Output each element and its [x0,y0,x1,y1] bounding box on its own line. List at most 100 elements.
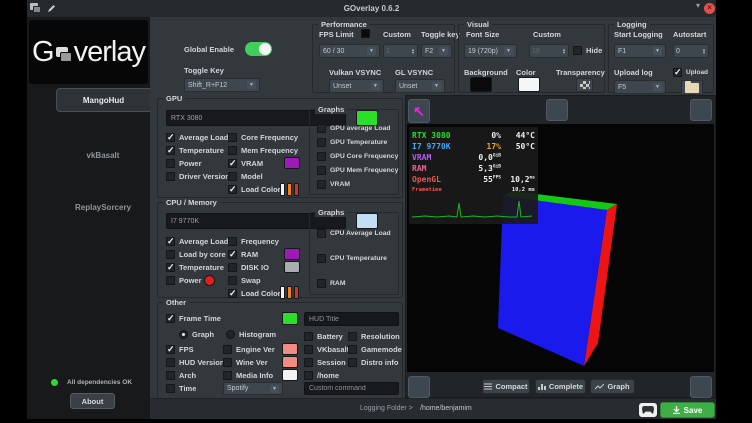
cursor-arrow-icon: ↖ [413,103,425,120]
gpu-graph-mem-frequency[interactable]: GPU Mem Frequency [317,166,398,175]
other-check-engine-ver[interactable]: Engine Ver [223,345,275,354]
gpu-graph-temperature[interactable]: GPU Temperature [317,138,387,147]
other-check-wine-ver[interactable]: Wine Ver [223,358,268,367]
gpu-check-core-frequency[interactable]: Core Frequency [228,133,298,142]
gpu-graph-average-load[interactable]: GPU average Load [317,124,390,133]
upload-check-row[interactable]: Upload [673,68,708,77]
other-check-home[interactable]: /home [304,371,339,380]
gpu-check-temperature[interactable]: Temperature [166,146,224,155]
cpu-ram-color-swatch[interactable] [284,248,300,260]
complete-button[interactable]: Complete [535,379,586,394]
preview-top-right-button[interactable] [690,99,712,121]
transparency-button[interactable] [576,78,593,92]
upload-label: Upload [686,69,708,76]
fps-custom-spinbox[interactable]: 1▲▼ [383,44,418,58]
cpu-graph-temperature[interactable]: CPU Temperature [317,254,387,263]
radio-graph[interactable]: Graph [179,330,214,339]
gpu-vram-color-swatch[interactable] [284,157,300,169]
gpu-check-vram[interactable]: VRAM [228,159,263,168]
gpu-check-mem-frequency[interactable]: Mem Frequency [228,146,298,155]
other-check-frame-time[interactable]: Frame Time [166,314,221,323]
spinner-arrows-icon[interactable]: ▲▼ [411,48,415,55]
font-size-select[interactable]: 19 (720p)▼ [464,44,517,58]
logging-folder-value[interactable]: /home/benjamim [420,405,472,412]
cpu-check-average-load[interactable]: Average Load [166,237,228,246]
autostart-spinbox[interactable]: 0▲▼ [673,44,709,58]
hud-title-input[interactable] [304,312,399,326]
cpu-diskio-color-swatch[interactable] [284,261,300,273]
radio-histogram[interactable]: Histogram [226,330,276,339]
save-button[interactable]: Save [660,402,715,418]
other-check-battery[interactable]: Battery [304,332,343,341]
engine-ver-color-swatch[interactable] [282,343,298,355]
font-custom-spinbox[interactable]: 19▲▼ [529,44,569,58]
other-check-time[interactable]: Time [166,384,196,393]
about-button[interactable]: About [70,393,115,409]
fps-limit-checkbox[interactable] [361,29,370,38]
cpu-check-frequency[interactable]: Frequency [228,237,279,246]
close-icon[interactable]: × [704,3,715,14]
global-enable-toggle[interactable] [245,42,272,56]
perf-toggle-key-select[interactable]: F2▼ [421,44,452,58]
sidebar-tab-vkbasalt[interactable]: vkBasalt [56,143,150,167]
cpu-graph-average-load[interactable]: CPU Average Load [317,229,391,238]
cpu-load-color-swatches[interactable] [280,286,299,299]
gpu-check-load-color[interactable]: Load Color [228,185,281,194]
custom-command-input[interactable] [304,382,399,395]
preview-bottom-right-button[interactable] [690,376,712,398]
upload-folder-button[interactable] [681,80,703,95]
gpu-graph-core-frequency[interactable]: GPU Core Frequency [317,152,398,161]
preview-bottom-left-button[interactable] [408,376,430,398]
cpu-check-disk-io[interactable]: DISK IO [228,263,269,272]
text-color-swatch[interactable] [518,77,540,92]
fps-limit-select[interactable]: 60 / 30▼ [319,44,380,58]
other-check-media-info[interactable]: Media Info [223,371,273,380]
cpu-power-color-swatch[interactable] [204,275,215,286]
gpu-graph-vram[interactable]: VRAM [317,180,350,189]
wine-ver-color-swatch[interactable] [282,356,298,368]
media-player-select[interactable]: Spotify▼ [223,382,283,395]
cursor-arrow-button[interactable]: ↖ [408,99,430,123]
other-check-session[interactable]: Session [304,358,346,367]
gpu-check-model[interactable]: Model [228,172,263,181]
hide-check-row[interactable]: Hide [573,46,602,55]
other-check-vkbasalt[interactable]: VKbasalt [304,345,349,354]
media-info-color-swatch[interactable] [282,369,298,381]
cpu-check-power[interactable]: Power [166,276,202,285]
gpu-check-average-load[interactable]: Average Load [166,133,228,142]
graph-button[interactable]: Graph [590,379,635,394]
other-check-gamemode[interactable]: Gamemode [348,345,402,354]
gl-vsync-select[interactable]: Unset▼ [395,79,445,93]
upload-log-select[interactable]: F5▼ [614,80,666,94]
toggle-key-select[interactable]: Shift_R+F12▼ [184,78,260,92]
chevron-down-icon[interactable]: ▾ [696,1,700,10]
other-check-arch[interactable]: Arch [166,371,196,380]
spinner-arrows-icon[interactable]: ▲▼ [702,48,706,55]
cpu-check-load-by-core[interactable]: Load by core [166,250,226,259]
sidebar-tab-replaysorcery[interactable]: ReplaySorcery [56,195,150,219]
compact-button[interactable]: Compact [482,379,530,394]
spinner-arrows-icon[interactable]: ▲▼ [562,48,566,55]
sidebar-tab-mangohud[interactable]: MangoHud [56,88,150,112]
other-check-distro-info[interactable]: Distro info [348,358,399,367]
cpu-check-temperature[interactable]: Temperature [166,263,224,272]
other-check-fps[interactable]: FPS [166,345,194,354]
edit-pencil-icon[interactable] [47,4,56,13]
cpu-check-swap[interactable]: Swap [228,276,261,285]
hide-checkbox[interactable] [573,46,582,55]
cpu-graph-ram[interactable]: RAM [317,279,345,288]
other-check-resolution[interactable]: Resolution [348,332,400,341]
frame-time-color-swatch[interactable] [282,312,298,325]
cpu-check-ram[interactable]: RAM [228,250,258,259]
gpu-check-driver-version[interactable]: Driver Version [166,172,230,181]
gamepad-button[interactable] [639,403,657,417]
background-color-swatch[interactable] [470,77,492,92]
upload-checkbox[interactable] [673,68,682,77]
gpu-check-power[interactable]: Power [166,159,202,168]
start-logging-select[interactable]: F1▼ [614,44,666,58]
vulkan-vsync-select[interactable]: Unset▼ [329,79,384,93]
cpu-check-load-color[interactable]: Load Color [228,289,281,298]
other-check-hud-version[interactable]: HUD Version [166,358,224,367]
gpu-load-color-swatches[interactable] [280,183,299,196]
preview-top-middle-button[interactable] [546,99,568,121]
